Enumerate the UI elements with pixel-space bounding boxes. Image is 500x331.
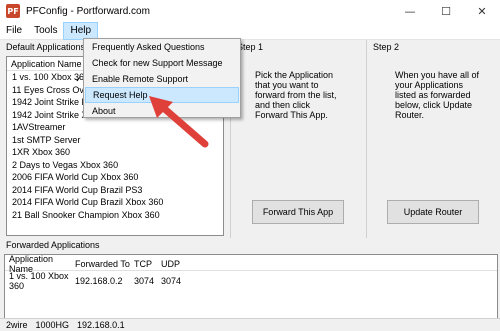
status-router-model: 1000HG xyxy=(35,320,70,330)
menu-item-enable-remote-support[interactable]: ✓ Enable Remote Support xyxy=(75,71,240,87)
checkmark-icon: ✓ xyxy=(75,73,83,84)
menu-item-about[interactable]: About xyxy=(84,103,240,119)
column-header-udp[interactable]: UDP xyxy=(161,259,191,269)
menu-item-label: Check for new Support Message xyxy=(92,58,223,68)
forward-this-app-button[interactable]: Forward This App xyxy=(252,200,344,224)
default-applications-label: Default Applications xyxy=(6,42,88,52)
forwarded-applications-table[interactable]: Application Name Forwarded To TCP UDP 1 … xyxy=(4,254,498,322)
forwarded-table-header: Application Name Forwarded To TCP UDP xyxy=(5,254,497,274)
status-router-brand: 2wire xyxy=(6,320,28,330)
minimize-button[interactable]: — xyxy=(392,0,428,22)
window-title: PFConfig - Portforward.com xyxy=(26,5,150,17)
pfconfig-app-icon: PF xyxy=(6,4,20,18)
menu-tools[interactable]: Tools xyxy=(28,22,63,40)
column-header-forwarded-to[interactable]: Forwarded To xyxy=(75,259,134,269)
maximize-button[interactable]: ☐ xyxy=(428,0,464,22)
update-router-button[interactable]: Update Router xyxy=(387,200,479,224)
menu-help[interactable]: Help xyxy=(63,21,99,40)
list-item[interactable]: 1AVStreamer xyxy=(7,121,223,134)
table-row[interactable]: 1 vs. 100 Xbox 360 192.168.0.2 3074 3074 xyxy=(5,271,497,291)
forwarded-applications-section: Forwarded Applications Application Name … xyxy=(2,239,498,322)
menu-item-label: Enable Remote Support xyxy=(92,74,189,84)
menu-item-label: Frequently Asked Questions xyxy=(92,42,205,52)
step2-panel: Step 2 When you have all of your Applica… xyxy=(366,40,498,238)
menu-item-label: Request Help xyxy=(93,90,148,100)
list-item[interactable]: 21 Ball Snooker Champion Xbox 360 xyxy=(7,209,223,222)
list-item[interactable]: 2014 FIFA World Cup Brazil PS3 xyxy=(7,184,223,197)
forwarded-applications-label: Forwarded Applications xyxy=(6,240,100,250)
cell-application-name: 1 vs. 100 Xbox 360 xyxy=(9,270,69,291)
menu-file[interactable]: File xyxy=(0,22,28,40)
cell-tcp: 3074 xyxy=(134,275,155,286)
step1-instructions: Pick the Application that you want to fo… xyxy=(255,70,337,120)
window-controls: — ☐ ✕ xyxy=(392,0,500,22)
cell-forwarded-to: 192.168.0.2 xyxy=(75,275,123,286)
list-item[interactable]: 1XR Xbox 360 xyxy=(7,146,223,159)
menu-item-check-support-message[interactable]: Check for new Support Message xyxy=(84,55,240,71)
status-bar: 2wire 1000HG 192.168.0.1 xyxy=(0,318,500,331)
list-item[interactable]: 2 Days to Vegas Xbox 360 xyxy=(7,159,223,172)
cell-udp: 3074 xyxy=(161,275,182,286)
list-item[interactable]: 2006 FIFA World Cup Xbox 360 xyxy=(7,171,223,184)
title-bar: PF PFConfig - Portforward.com — ☐ ✕ xyxy=(0,0,500,22)
list-item[interactable]: 2014 FIFA World Cup Brazil Xbox 360 xyxy=(7,196,223,209)
menu-item-label: About xyxy=(92,106,116,116)
step2-instructions: When you have all of your Applications l… xyxy=(395,70,480,120)
status-router-ip: 192.168.0.1 xyxy=(77,320,125,330)
column-header-tcp[interactable]: TCP xyxy=(134,259,161,269)
menu-item-faq[interactable]: Frequently Asked Questions xyxy=(84,39,240,55)
list-item[interactable]: 1st SMTP Server xyxy=(7,134,223,147)
help-dropdown-menu: Frequently Asked Questions Check for new… xyxy=(75,38,241,119)
step2-title: Step 2 xyxy=(373,42,400,52)
step1-panel: Step 1 Pick the Application that you wan… xyxy=(230,40,364,238)
menu-bar: File Tools Help xyxy=(0,21,500,40)
menu-item-request-help[interactable]: Request Help xyxy=(85,87,239,103)
close-button[interactable]: ✕ xyxy=(464,0,500,22)
